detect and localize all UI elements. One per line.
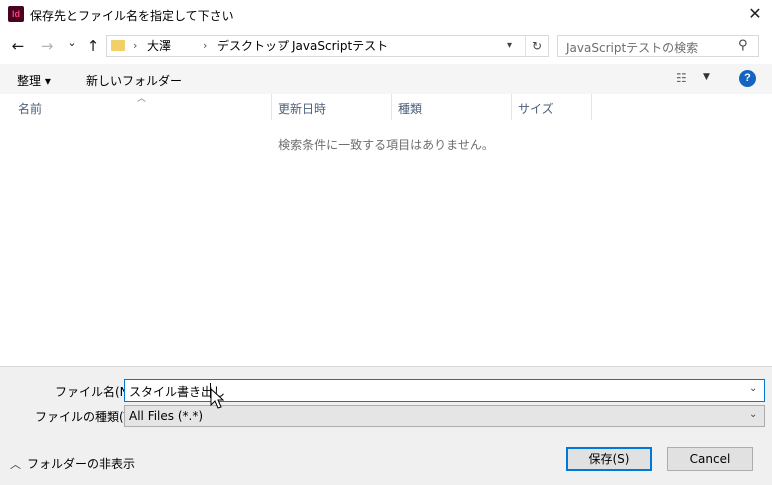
command-bar: 整理 ▾ 新しいフォルダー ☷ ▼ ?	[0, 64, 772, 94]
breadcrumb-separator: ›	[133, 39, 138, 52]
sort-ascending-icon: ︿	[137, 94, 147, 104]
column-header-row: ︿ 名前 更新日時 種類 サイズ	[0, 94, 772, 120]
column-header-name[interactable]: 名前	[18, 100, 42, 117]
dialog-title: 保存先とファイル名を指定して下さい	[30, 9, 234, 23]
help-icon[interactable]: ?	[739, 70, 756, 87]
save-button[interactable]: 保存(S)	[566, 447, 652, 471]
hide-folders-label: フォルダーの非表示	[27, 457, 136, 471]
chevron-down-icon[interactable]: ⌄	[749, 409, 757, 420]
column-divider[interactable]	[511, 94, 512, 120]
folder-icon	[111, 40, 125, 51]
view-options-icon[interactable]: ☷	[676, 71, 687, 85]
forward-button[interactable]: →	[37, 36, 57, 56]
title-bar: Id 保存先とファイル名を指定して下さい ✕	[0, 0, 772, 30]
column-divider[interactable]	[391, 94, 392, 120]
breadcrumb-separator: ›	[279, 39, 284, 52]
save-options-panel: ファイル名(N): スタイル書き出し ⌄ ファイルの種類(T): All Fil…	[0, 366, 772, 485]
close-button[interactable]: ✕	[738, 0, 772, 28]
indesign-app-icon: Id	[8, 6, 24, 22]
column-header-type[interactable]: 種類	[398, 100, 422, 117]
search-icon[interactable]: ⚲	[738, 38, 748, 53]
recent-locations-dropdown[interactable]: ⌄	[62, 33, 82, 53]
breadcrumb-user[interactable]: 大澤	[147, 38, 171, 54]
back-button[interactable]: ←	[8, 36, 28, 56]
column-header-size[interactable]: サイズ	[518, 100, 554, 117]
column-divider[interactable]	[271, 94, 272, 120]
breadcrumb-current-folder[interactable]: JavaScriptテスト	[292, 38, 388, 54]
column-header-modified[interactable]: 更新日時	[278, 100, 326, 117]
search-placeholder[interactable]: JavaScriptテストの検索	[566, 39, 698, 56]
mouse-cursor-icon	[210, 387, 225, 409]
up-button[interactable]: ↑	[83, 36, 103, 56]
new-folder-button[interactable]: 新しいフォルダー	[86, 72, 182, 89]
breadcrumb-separator: ›	[203, 39, 208, 52]
organize-button[interactable]: 整理 ▾	[17, 72, 51, 89]
hide-folders-button[interactable]: ︿ フォルダーの非表示	[10, 455, 135, 472]
refresh-icon[interactable]: ↻	[525, 36, 548, 56]
address-bar[interactable]: › 大澤 › デスクトップ › JavaScriptテスト ▾ ↻	[106, 35, 549, 57]
filetype-value[interactable]: All Files (*.*)	[129, 409, 203, 423]
column-divider[interactable]	[591, 94, 592, 120]
chevron-down-icon[interactable]: ⌄	[749, 383, 757, 394]
search-box[interactable]: JavaScriptテストの検索 ⚲	[557, 35, 759, 57]
chevron-down-icon[interactable]: ▼	[703, 72, 710, 82]
cancel-button[interactable]: Cancel	[667, 447, 753, 471]
chevron-up-icon: ︿	[10, 458, 21, 471]
chevron-down-icon[interactable]: ▾	[507, 38, 512, 54]
empty-list-message: 検索条件に一致する項目はありません。	[278, 138, 494, 152]
